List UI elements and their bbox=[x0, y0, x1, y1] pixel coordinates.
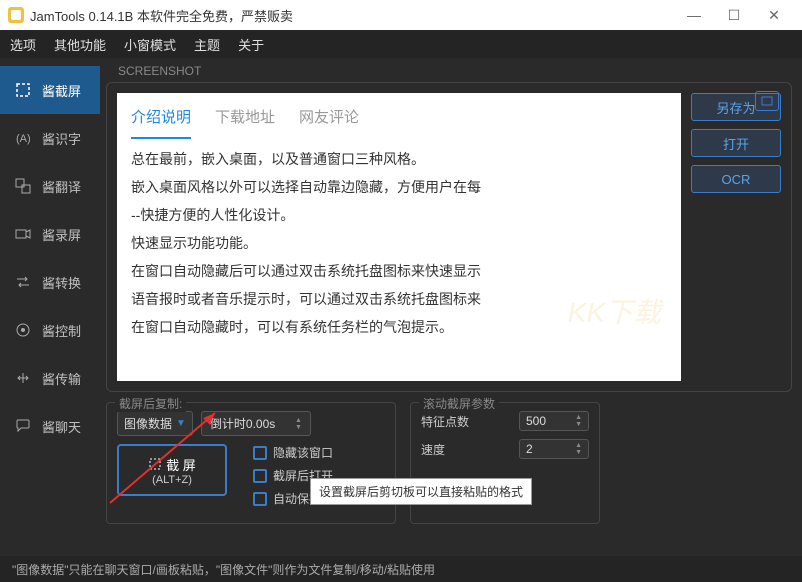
spinner-arrows-icon: ▲▼ bbox=[295, 417, 302, 431]
ocr-icon: (A) bbox=[14, 129, 32, 147]
group-title: 滚动截屏参数 bbox=[419, 395, 499, 412]
tab-comments: 网友评论 bbox=[299, 103, 359, 139]
open-button[interactable]: 打开 bbox=[691, 129, 781, 157]
convert-icon bbox=[14, 273, 32, 291]
group-title: 截屏后复制: bbox=[115, 395, 186, 412]
sidebar-item-ocr[interactable]: (A) 酱识字 bbox=[0, 114, 100, 162]
check-hide-window[interactable]: 隐藏该窗口 bbox=[253, 444, 345, 461]
svg-text:(A): (A) bbox=[16, 133, 31, 145]
scroll-params-group: 滚动截屏参数 特征点数 500 ▲▼ 速度 2 ▲▼ bbox=[410, 402, 600, 524]
sidebar-item-convert[interactable]: 酱转换 bbox=[0, 258, 100, 306]
input-value: 2 bbox=[526, 442, 533, 456]
sidebar-item-transfer[interactable]: 酱传输 bbox=[0, 354, 100, 402]
preview-line: 总在最前，嵌入桌面，以及普通窗口三种风格。 bbox=[131, 145, 667, 173]
checkbox-icon bbox=[253, 492, 267, 506]
capture-icon bbox=[148, 457, 162, 471]
tab-intro: 介绍说明 bbox=[131, 103, 191, 139]
capture-button[interactable]: 截 屏 (ALT+Z) bbox=[117, 444, 227, 496]
close-button[interactable]: ✕ bbox=[754, 0, 794, 30]
main-panel: SCREENSHOT 介绍说明 下载地址 网友评论 总在最前，嵌入桌面，以及普通… bbox=[100, 58, 802, 556]
preview-image: 介绍说明 下载地址 网友评论 总在最前，嵌入桌面，以及普通窗口三种风格。 嵌入桌… bbox=[117, 93, 681, 381]
sidebar-item-label: 酱传输 bbox=[42, 369, 81, 388]
titlebar: JamTools 0.14.1B 本软件完全免费，严禁贩卖 — ☐ ✕ bbox=[0, 0, 802, 30]
chat-icon bbox=[14, 417, 32, 435]
spinner-arrows-icon: ▲▼ bbox=[575, 414, 582, 428]
feature-points-input[interactable]: 500 ▲▼ bbox=[519, 411, 589, 431]
menu-about[interactable]: 关于 bbox=[238, 35, 264, 54]
menu-theme[interactable]: 主题 bbox=[194, 35, 220, 54]
expand-button[interactable] bbox=[755, 91, 779, 111]
copy-after-group: 截屏后复制: 图像数据 ▼ 倒计时0.00s ▲▼ 截 bbox=[106, 402, 396, 524]
preview-line: --快捷方便的人性化设计。 bbox=[131, 201, 667, 229]
sidebar-item-label: 酱聊天 bbox=[42, 417, 81, 436]
format-tooltip: 设置截屏后剪切板可以直接粘贴的格式 bbox=[310, 478, 532, 505]
sidebar-item-label: 酱转换 bbox=[42, 273, 81, 292]
record-icon bbox=[14, 225, 32, 243]
statusbar: "图像数据"只能在聊天窗口/画板粘贴，"图像文件"则作为文件复制/移动/粘贴使用 bbox=[0, 556, 802, 582]
capture-shortcut: (ALT+Z) bbox=[152, 474, 192, 486]
dropdown-value: 图像数据 bbox=[124, 415, 172, 432]
translate-icon bbox=[14, 177, 32, 195]
sidebar-item-chat[interactable]: 酱聊天 bbox=[0, 402, 100, 450]
screenshot-preview-panel: 介绍说明 下载地址 网友评论 总在最前，嵌入桌面，以及普通窗口三种风格。 嵌入桌… bbox=[106, 82, 792, 392]
menubar: 选项 其他功能 小窗模式 主题 关于 bbox=[0, 30, 802, 58]
countdown-spinner[interactable]: 倒计时0.00s ▲▼ bbox=[201, 411, 311, 436]
checkbox-icon bbox=[253, 446, 267, 460]
ocr-button[interactable]: OCR bbox=[691, 165, 781, 193]
sidebar-item-label: 酱识字 bbox=[42, 129, 81, 148]
countdown-value: 倒计时0.00s bbox=[210, 415, 275, 432]
copy-format-dropdown[interactable]: 图像数据 ▼ bbox=[117, 411, 193, 436]
param-label: 速度 bbox=[421, 441, 445, 458]
window-title: JamTools 0.14.1B 本软件完全免费，严禁贩卖 bbox=[30, 6, 293, 25]
input-value: 500 bbox=[526, 414, 546, 428]
minimize-button[interactable]: — bbox=[674, 0, 714, 30]
preview-line: 在窗口自动隐藏后可以通过双击系统托盘图标来快速显示 bbox=[131, 257, 667, 285]
sidebar-item-translate[interactable]: 酱翻译 bbox=[0, 162, 100, 210]
spinner-arrows-icon: ▲▼ bbox=[575, 442, 582, 456]
tab-download: 下载地址 bbox=[215, 103, 275, 139]
param-label: 特征点数 bbox=[421, 413, 469, 430]
sidebar: 酱截屏 (A) 酱识字 酱翻译 酱录屏 酱转换 酱控制 酱传输 酱聊天 bbox=[0, 58, 100, 556]
maximize-button[interactable]: ☐ bbox=[714, 0, 754, 30]
sidebar-item-control[interactable]: 酱控制 bbox=[0, 306, 100, 354]
app-logo-icon bbox=[8, 7, 24, 23]
control-icon bbox=[14, 321, 32, 339]
menu-other[interactable]: 其他功能 bbox=[54, 35, 106, 54]
sidebar-item-label: 酱翻译 bbox=[42, 177, 81, 196]
panel-label: SCREENSHOT bbox=[106, 64, 792, 78]
expand-icon bbox=[761, 96, 773, 106]
chevron-down-icon: ▼ bbox=[176, 418, 186, 429]
transfer-icon bbox=[14, 369, 32, 387]
preview-line: 嵌入桌面风格以外可以选择自动靠边隐藏，方便用户在每 bbox=[131, 173, 667, 201]
sidebar-item-screenshot[interactable]: 酱截屏 bbox=[0, 66, 100, 114]
sidebar-item-record[interactable]: 酱录屏 bbox=[0, 210, 100, 258]
screenshot-icon bbox=[14, 81, 32, 99]
watermark: KK下载 bbox=[568, 285, 661, 341]
checkbox-icon bbox=[253, 469, 267, 483]
sidebar-item-label: 酱截屏 bbox=[42, 81, 81, 100]
preview-line: 快速显示功能功能。 bbox=[131, 229, 667, 257]
sidebar-item-label: 酱录屏 bbox=[42, 225, 81, 244]
check-label: 隐藏该窗口 bbox=[273, 444, 333, 461]
capture-label: 截 屏 bbox=[166, 455, 196, 474]
menu-options[interactable]: 选项 bbox=[10, 35, 36, 54]
sidebar-item-label: 酱控制 bbox=[42, 321, 81, 340]
speed-input[interactable]: 2 ▲▼ bbox=[519, 439, 589, 459]
menu-window-mode[interactable]: 小窗模式 bbox=[124, 35, 176, 54]
